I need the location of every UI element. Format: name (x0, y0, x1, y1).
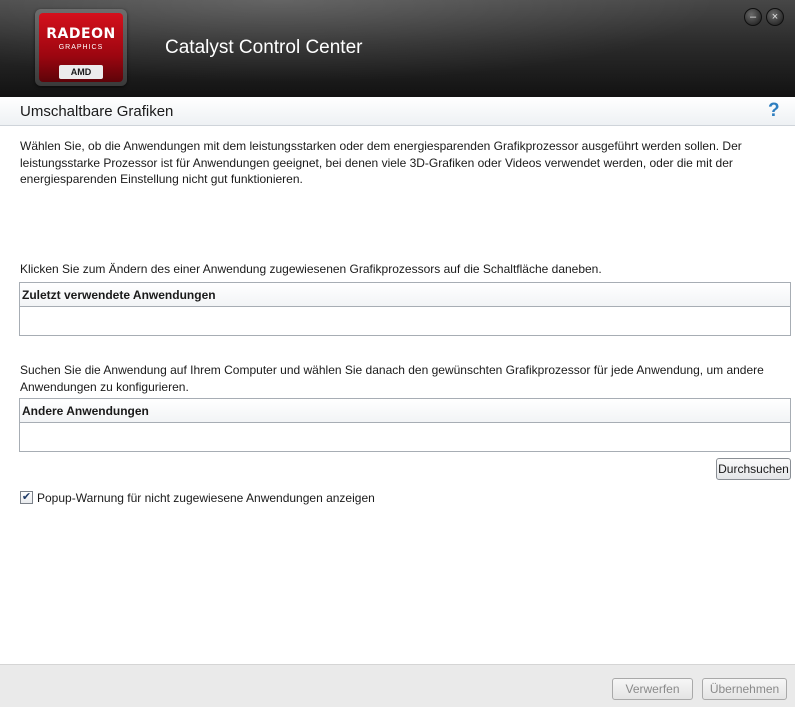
app-title: Catalyst Control Center (165, 37, 363, 58)
page-title: Umschaltbare Grafiken (20, 103, 174, 120)
popup-warning-label[interactable]: Popup-Warnung für nicht zugewiesene Anwe… (37, 491, 375, 505)
other-applications-list[interactable]: Andere Anwendungen (19, 398, 791, 452)
apply-button[interactable]: Übernehmen (702, 678, 787, 700)
close-button[interactable]: × (766, 8, 784, 26)
logo-vendor-text: AMD (59, 65, 103, 79)
logo-subtitle-text: GRAPHICS (58, 44, 104, 51)
title-bar: RADEON GRAPHICS AMD Catalyst Control Cen… (0, 0, 795, 97)
description-text: Wählen Sie, ob die Anwendungen mit dem l… (20, 139, 742, 186)
other-instruction-text: Suchen Sie die Anwendung auf Ihrem Compu… (20, 363, 764, 394)
minimize-icon: – (749, 11, 757, 23)
radeon-logo-badge: RADEON GRAPHICS AMD (39, 13, 123, 82)
discard-button[interactable]: Verwerfen (612, 678, 693, 700)
recent-applications-header: Zuletzt verwendete Anwendungen (20, 283, 790, 307)
popup-warning-checkbox[interactable]: ✔ (20, 491, 33, 504)
footer-bar: Verwerfen Übernehmen (0, 664, 795, 707)
browse-button[interactable]: Durchsuchen (716, 458, 791, 480)
recent-applications-list[interactable]: Zuletzt verwendete Anwendungen (19, 282, 791, 336)
logo-brand-text: RADEON (46, 26, 116, 42)
minimize-button[interactable]: – (744, 8, 762, 26)
checkmark-icon: ✔ (21, 491, 32, 503)
radeon-logo: RADEON GRAPHICS AMD (35, 9, 127, 86)
close-icon: × (771, 11, 779, 23)
help-icon[interactable]: ? (768, 100, 780, 122)
other-applications-header: Andere Anwendungen (20, 399, 790, 423)
recent-instruction-text: Klicken Sie zum Ändern des einer Anwendu… (20, 262, 602, 276)
section-header: Umschaltbare Grafiken ? (0, 97, 795, 126)
